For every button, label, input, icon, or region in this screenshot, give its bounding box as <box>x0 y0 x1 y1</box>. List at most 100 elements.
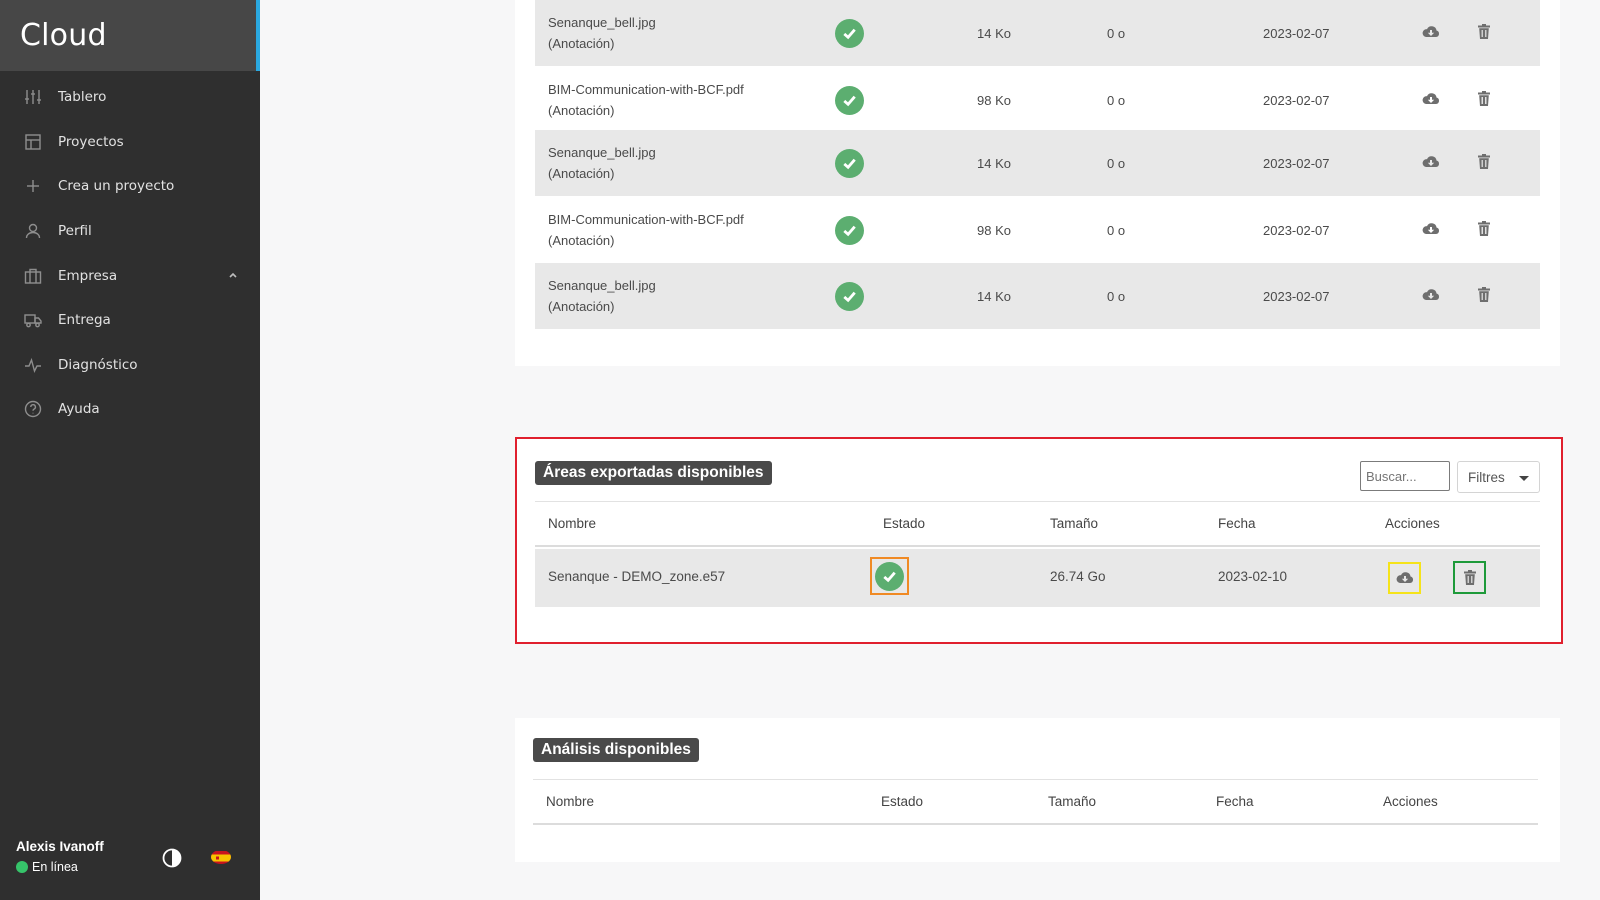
table-row[interactable]: BIM-Communication-with-BCF.pdf (Anotación… <box>535 197 1540 263</box>
column-header-actions: Acciones <box>1385 516 1440 531</box>
trash-icon[interactable] <box>1453 561 1486 594</box>
user-status-label: En línea <box>32 860 78 874</box>
file-downloaded: 0 o <box>1107 288 1126 304</box>
sidebar-item-empresa[interactable]: Empresa <box>0 253 260 298</box>
sidebar-nav: Tablero Proyectos Crea un proyecto Perfi… <box>0 71 260 432</box>
check-circle-icon <box>835 85 864 115</box>
file-name-cell: Senanque_bell.jpg (Anotación) <box>548 142 656 184</box>
contrast-toggle-icon[interactable] <box>162 848 182 868</box>
file-name: BIM-Communication-with-BCF.pdf <box>548 82 744 97</box>
file-date: 2023-02-07 <box>1263 222 1330 238</box>
file-date: 2023-02-07 <box>1263 288 1330 304</box>
file-name-cell: Senanque_bell.jpg (Anotación) <box>548 12 656 54</box>
briefcase-icon <box>24 267 42 285</box>
sidebar-item-label: Entrega <box>58 312 111 329</box>
column-header-state[interactable]: Estado <box>881 794 923 809</box>
sidebar-item-proyectos[interactable]: Proyectos <box>0 120 260 165</box>
file-downloaded: 0 o <box>1107 25 1126 41</box>
check-circle-icon <box>835 281 864 311</box>
online-status-dot <box>16 861 28 873</box>
sidebar-item-label: Proyectos <box>58 133 124 150</box>
section-title: Análisis disponibles <box>533 738 699 762</box>
cloud-download-icon[interactable] <box>1422 155 1440 172</box>
column-header-size[interactable]: Tamaño <box>1048 794 1096 809</box>
user-icon <box>24 222 42 240</box>
cloud-download-icon[interactable] <box>1422 288 1440 305</box>
brand[interactable]: Cloud <box>0 0 260 71</box>
activity-icon <box>24 356 42 374</box>
files-card: Senanque_bell.jpg (Anotación) 14 Ko 0 o 2… <box>515 0 1560 366</box>
file-size: 98 Ko <box>977 92 1011 108</box>
sidebar-item-ayuda[interactable]: Ayuda <box>0 387 260 432</box>
file-type: (Anotación) <box>548 299 615 314</box>
user-status: En línea <box>16 860 104 874</box>
column-header-actions: Acciones <box>1383 794 1438 809</box>
cloud-download-icon[interactable] <box>1422 25 1440 42</box>
table-header: Nombre Estado Tamaño Fecha Acciones <box>535 501 1540 547</box>
file-name: BIM-Communication-with-BCF.pdf <box>548 212 744 227</box>
table-row[interactable]: Senanque_bell.jpg (Anotación) 14 Ko 0 o 2… <box>535 130 1540 196</box>
file-name: Senanque_bell.jpg <box>548 15 656 30</box>
sidebar-item-tablero[interactable]: Tablero <box>0 75 260 120</box>
file-downloaded: 0 o <box>1107 155 1126 171</box>
file-type: (Anotación) <box>548 103 615 118</box>
column-header-size[interactable]: Tamaño <box>1050 516 1098 531</box>
trash-icon[interactable] <box>1477 221 1491 239</box>
trash-icon[interactable] <box>1477 154 1491 172</box>
section-title: Áreas exportadas disponibles <box>535 461 772 485</box>
file-date: 2023-02-07 <box>1263 155 1330 171</box>
status-highlight <box>870 557 909 595</box>
table-row[interactable]: Senanque_bell.jpg (Anotación) 14 Ko 0 o 2… <box>535 263 1540 329</box>
sliders-icon <box>24 88 42 106</box>
sidebar-item-label: Perfil <box>58 223 92 240</box>
sidebar: Cloud Tablero Proyectos Crea un proyecto… <box>0 0 260 900</box>
file-downloaded: 0 o <box>1107 222 1126 238</box>
exported-areas-card: Áreas exportadas disponibles Filtres Nom… <box>515 437 1563 644</box>
sidebar-item-label: Tablero <box>58 89 107 106</box>
table-row[interactable]: Senanque - DEMO_zone.e57 26.74 Go 2023-0… <box>535 549 1540 607</box>
sidebar-item-label: Ayuda <box>58 401 100 418</box>
file-name: Senanque_bell.jpg <box>548 278 656 293</box>
area-date: 2023-02-10 <box>1218 569 1288 584</box>
spain-flag-icon[interactable] <box>211 850 231 864</box>
column-header-state[interactable]: Estado <box>883 516 925 531</box>
filters-dropdown[interactable]: Filtres <box>1457 461 1540 493</box>
file-name-cell: Senanque_bell.jpg (Anotación) <box>548 275 656 317</box>
analysis-card: Análisis disponibles Nombre Estado Tamañ… <box>515 718 1560 862</box>
column-header-date[interactable]: Fecha <box>1218 516 1256 531</box>
sidebar-item-crea-proyecto[interactable]: Crea un proyecto <box>0 164 260 209</box>
sidebar-item-perfil[interactable]: Perfil <box>0 209 260 254</box>
sidebar-item-entrega[interactable]: Entrega <box>0 298 260 343</box>
trash-icon[interactable] <box>1477 287 1491 305</box>
plus-icon <box>24 177 42 195</box>
cloud-download-icon[interactable] <box>1422 92 1440 109</box>
file-size: 14 Ko <box>977 155 1011 171</box>
sidebar-item-label: Empresa <box>58 267 118 284</box>
area-name: Senanque - DEMO_zone.e57 <box>548 569 726 584</box>
sidebar-item-diagnostico[interactable]: Diagnóstico <box>0 343 260 388</box>
file-date: 2023-02-07 <box>1263 25 1330 41</box>
chevron-up-icon[interactable] <box>228 268 238 284</box>
column-header-name[interactable]: Nombre <box>546 794 594 809</box>
file-type: (Anotación) <box>548 166 615 181</box>
file-size: 98 Ko <box>977 222 1011 238</box>
file-name-cell: BIM-Communication-with-BCF.pdf (Anotación… <box>548 209 744 251</box>
file-downloaded: 0 o <box>1107 92 1126 108</box>
column-header-name[interactable]: Nombre <box>548 516 596 531</box>
file-size: 14 Ko <box>977 25 1011 41</box>
check-circle-icon <box>875 561 904 591</box>
check-circle-icon <box>835 18 864 48</box>
table-row[interactable]: Senanque_bell.jpg (Anotación) 14 Ko 0 o 2… <box>535 0 1540 66</box>
column-header-date[interactable]: Fecha <box>1216 794 1254 809</box>
user-info[interactable]: Alexis Ivanoff En línea <box>16 839 104 874</box>
search-input[interactable] <box>1360 461 1450 491</box>
table-row[interactable]: BIM-Communication-with-BCF.pdf (Anotación… <box>535 67 1540 133</box>
cloud-download-icon[interactable] <box>1422 222 1440 239</box>
file-date: 2023-02-07 <box>1263 92 1330 108</box>
file-type: (Anotación) <box>548 36 615 51</box>
trash-icon[interactable] <box>1477 24 1491 42</box>
cloud-download-icon[interactable] <box>1388 562 1421 594</box>
user-name: Alexis Ivanoff <box>16 839 104 854</box>
sidebar-item-label: Crea un proyecto <box>58 178 175 195</box>
trash-icon[interactable] <box>1477 91 1491 109</box>
